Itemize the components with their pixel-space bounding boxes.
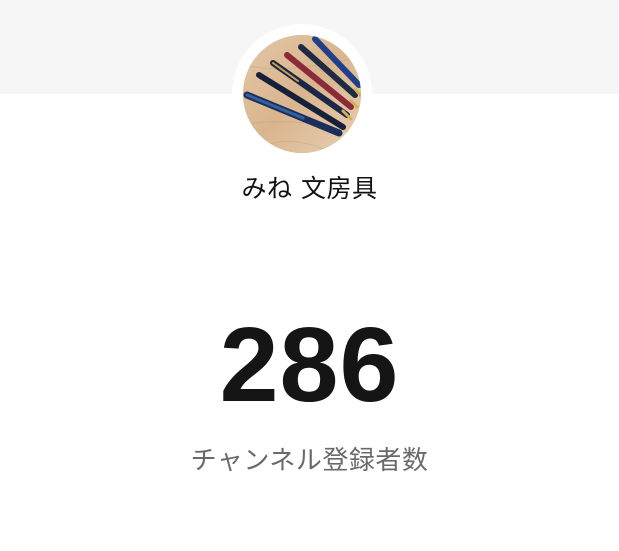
pens-photo-icon xyxy=(243,35,361,153)
channel-stats-card: みね 文房具 286 チャンネル登録者数 xyxy=(0,0,619,551)
avatar[interactable] xyxy=(243,35,361,153)
channel-name[interactable]: みね 文房具 xyxy=(0,172,619,206)
subscriber-count: 286 xyxy=(219,306,400,424)
subscriber-count-label: チャンネル登録者数 xyxy=(190,446,429,476)
